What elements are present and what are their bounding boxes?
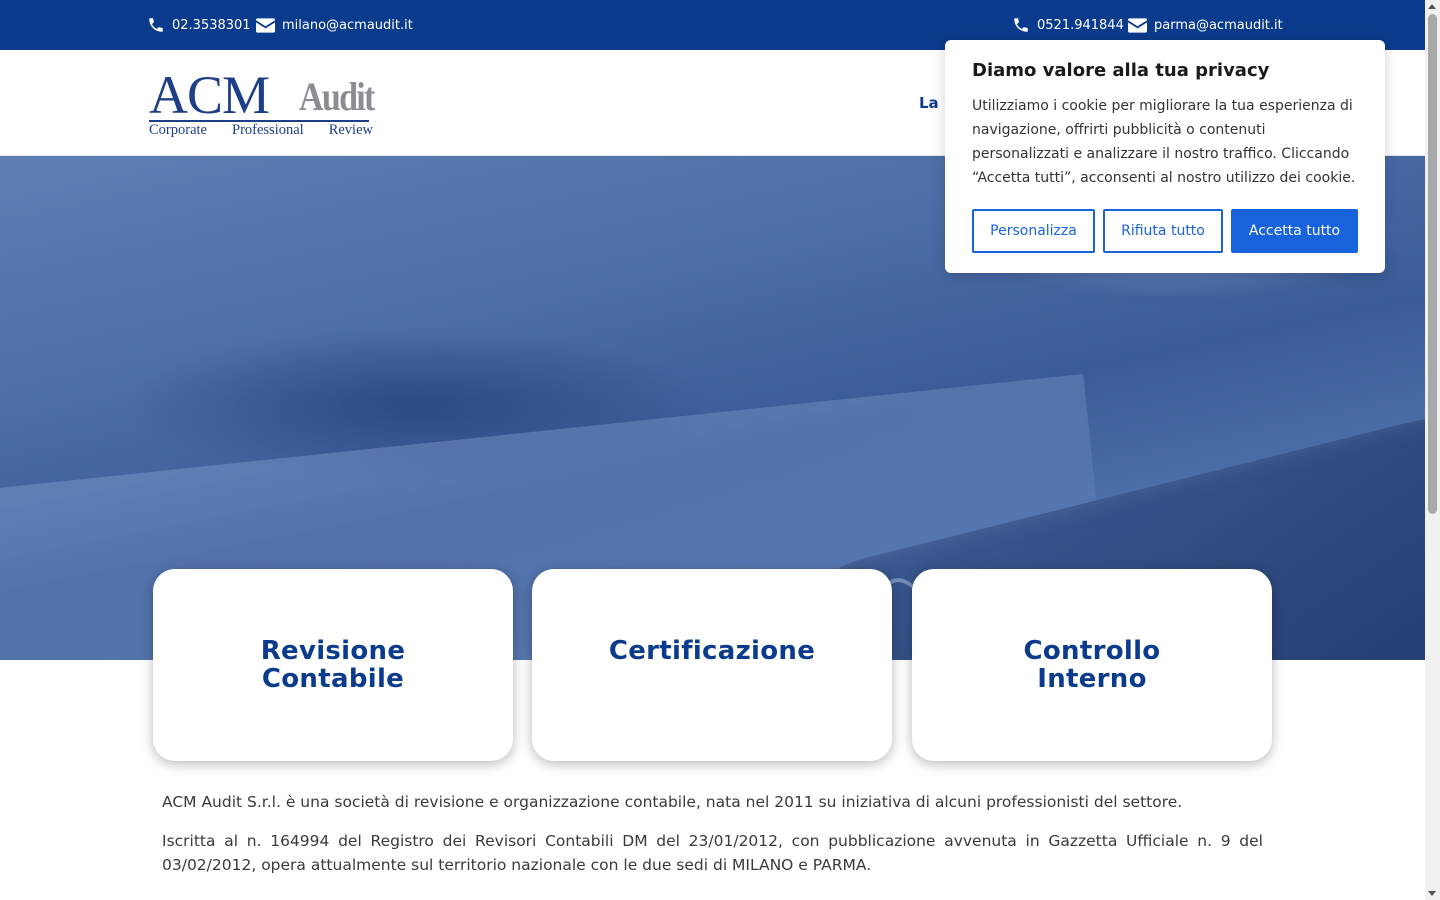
logo-tag-word: Corporate bbox=[149, 122, 207, 138]
service-card-controllo[interactable]: Controllo Interno bbox=[912, 569, 1272, 761]
service-card-certificazione[interactable]: Certificazione bbox=[532, 569, 892, 761]
acm-audit-logo[interactable]: ACM Audit Corporate Professional Review bbox=[149, 68, 375, 140]
card-title: Controllo Interno bbox=[1023, 636, 1161, 694]
logo-tagline: Corporate Professional Review bbox=[149, 122, 373, 139]
card-title: Revisione Contabile bbox=[260, 636, 406, 694]
card-title: Certificazione bbox=[608, 636, 816, 666]
envelope-icon bbox=[256, 17, 275, 33]
reject-all-button[interactable]: Rifiuta tutto bbox=[1103, 209, 1223, 253]
parma-phone-text: 0521.941844 bbox=[1037, 17, 1124, 33]
logo-tag-word: Review bbox=[328, 122, 373, 138]
phone-icon bbox=[1014, 18, 1028, 32]
logo-audit-text: Audit bbox=[299, 74, 375, 119]
service-card-revisione[interactable]: Revisione Contabile bbox=[153, 569, 513, 761]
scroll-up-icon[interactable] bbox=[1428, 4, 1436, 9]
parma-email-text: parma@acmaudit.it bbox=[1154, 17, 1283, 33]
customize-button[interactable]: Personalizza bbox=[972, 209, 1095, 253]
cookie-buttons: Personalizza Rifiuta tutto Accetta tutto bbox=[972, 209, 1358, 253]
milano-email[interactable]: milano@acmaudit.it bbox=[256, 0, 413, 50]
page-scrollbar[interactable] bbox=[1425, 0, 1440, 900]
intro-paragraph: Iscritta al n. 164994 del Registro dei R… bbox=[162, 832, 1263, 874]
scrollbar-thumb[interactable] bbox=[1428, 14, 1437, 514]
milano-phone-text: 02.3538301 bbox=[172, 17, 251, 33]
intro-paragraph: ACM Audit S.r.l. è una società di revisi… bbox=[162, 793, 1183, 811]
accept-all-button[interactable]: Accetta tutto bbox=[1231, 209, 1358, 253]
envelope-icon bbox=[1128, 17, 1147, 33]
logo-main-text: ACM bbox=[149, 65, 270, 125]
milano-email-text: milano@acmaudit.it bbox=[282, 17, 413, 33]
logo-tag-word: Professional bbox=[232, 122, 304, 138]
cookie-text: Utilizziamo i cookie per migliorare la t… bbox=[972, 98, 1356, 186]
scroll-down-icon[interactable] bbox=[1428, 891, 1436, 896]
milano-phone[interactable]: 02.3538301 bbox=[147, 0, 251, 50]
intro-text: ACM Audit S.r.l. è una società di revisi… bbox=[162, 790, 1263, 892]
cookie-title: Diamo valore alla tua privacy bbox=[972, 60, 1270, 81]
phone-icon bbox=[149, 18, 163, 32]
cookie-consent-banner: Diamo valore alla tua privacy Utilizziam… bbox=[945, 40, 1385, 273]
